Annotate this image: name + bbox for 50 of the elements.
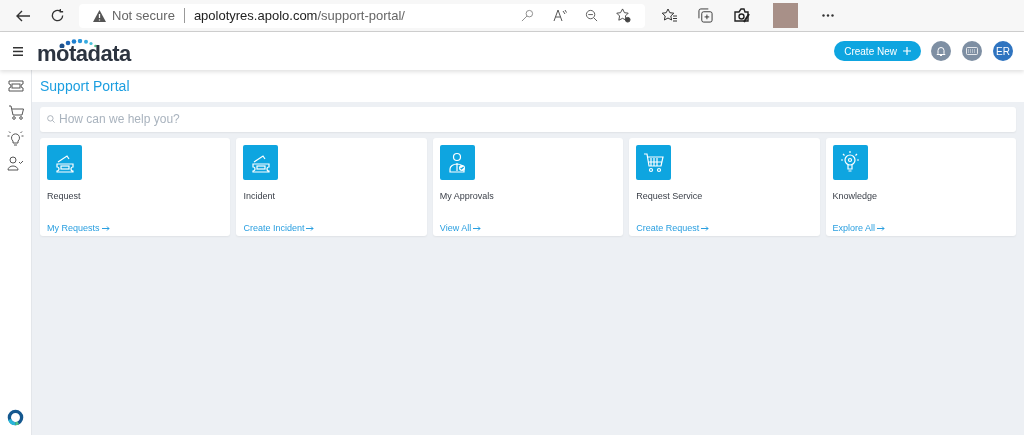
service-tile[interactable] (243, 144, 279, 180)
collections-icon[interactable] (698, 8, 713, 23)
security-status: Not secure (112, 6, 175, 25)
user-avatar[interactable]: ER (993, 41, 1013, 61)
create-new-button[interactable]: Create New (834, 41, 921, 61)
arrow-right-icon (473, 226, 482, 232)
card-link[interactable]: My Requests (47, 222, 110, 236)
cart-icon[interactable] (7, 105, 24, 120)
search-field[interactable]: How can we help you? (40, 106, 1016, 132)
arrow-right-icon (701, 226, 710, 232)
keyboard-button[interactable] (962, 41, 982, 61)
service-tile[interactable] (832, 144, 868, 180)
service-tile[interactable] (439, 144, 475, 180)
reload-icon[interactable] (50, 8, 65, 23)
card-link[interactable]: Create Request (636, 222, 710, 236)
service-tile[interactable] (47, 144, 82, 180)
arrow-right-icon (877, 226, 886, 232)
page-title: Support Portal (40, 76, 130, 96)
card-title: Request Service (636, 189, 703, 203)
keyboard-icon (966, 47, 978, 55)
card-title: Incident (243, 189, 275, 203)
zoom-out-icon[interactable] (585, 9, 598, 22)
warning-icon (93, 9, 106, 22)
bell-icon (936, 46, 946, 56)
logo-text: motadata (37, 43, 131, 64)
user-check-icon[interactable] (7, 156, 24, 171)
cart-icon (641, 150, 666, 174)
plus-icon (903, 47, 911, 55)
search-icon (47, 114, 55, 123)
card-title: Request (47, 189, 81, 203)
card-title: Knowledge (832, 189, 878, 203)
notification-button[interactable] (931, 41, 951, 61)
lightbulb-icon[interactable] (7, 130, 24, 146)
menu-icon[interactable] (13, 46, 23, 56)
read-aloud-icon[interactable] (553, 9, 567, 22)
ring-logo-icon[interactable] (7, 409, 24, 426)
card-title: My Approvals (439, 189, 494, 203)
card-link[interactable]: View All (439, 222, 482, 236)
more-icon[interactable] (822, 14, 834, 17)
service-tile[interactable] (636, 144, 672, 180)
arrow-right-icon (306, 226, 315, 232)
key-icon[interactable] (521, 9, 534, 22)
card-link[interactable]: Explore All (832, 222, 886, 236)
favorites-icon[interactable] (662, 8, 678, 23)
ticket-icon[interactable] (7, 80, 24, 92)
url-text: apolotyres.apolo.com/support-portal/ (193, 6, 405, 25)
address-bar[interactable]: Not secure apolotyres.apolo.com/support-portal/ (79, 3, 645, 28)
card-link[interactable]: Create Incident (243, 222, 315, 236)
favorite-add-icon[interactable] (616, 8, 631, 23)
arrow-right-icon (101, 226, 110, 232)
